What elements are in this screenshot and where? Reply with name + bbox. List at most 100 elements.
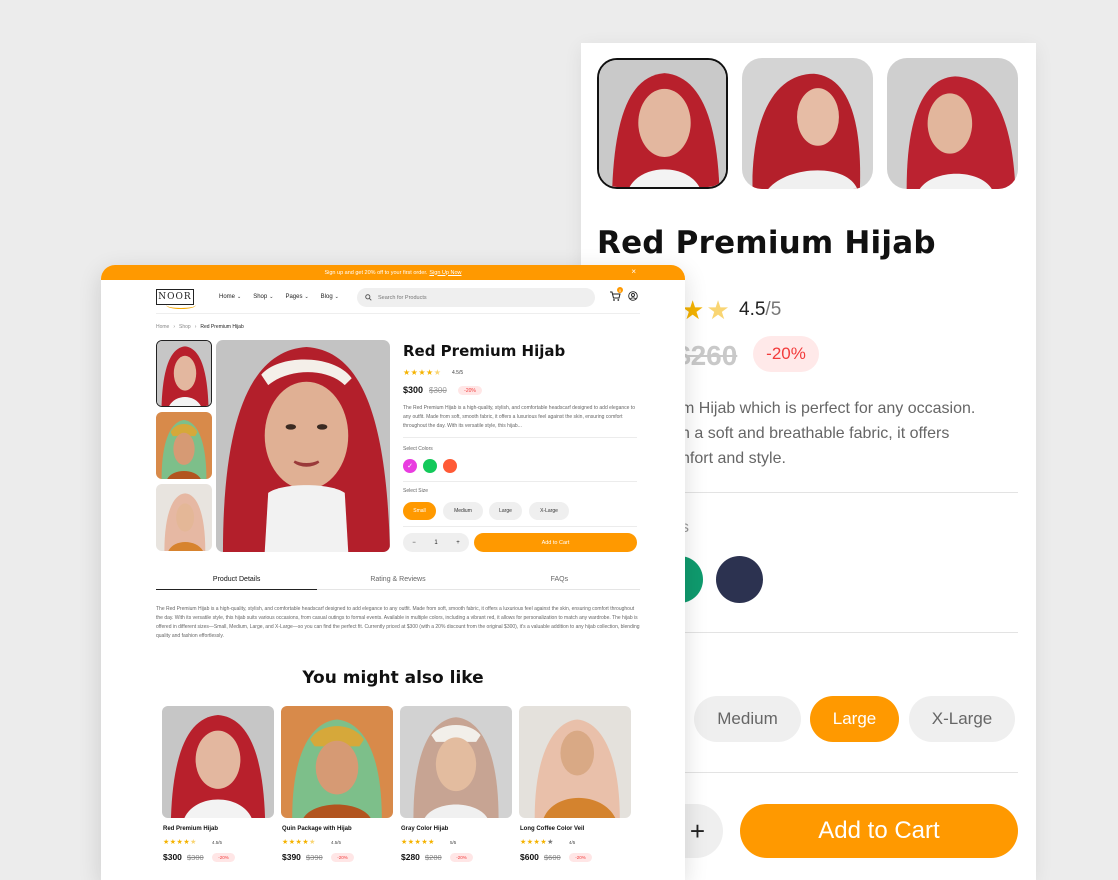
tab-rating-reviews[interactable]: Rating & Reviews (317, 576, 478, 589)
size-small[interactable]: Small (403, 502, 436, 520)
zoom-thumbnail-2[interactable] (742, 58, 873, 189)
product-card-price: $390 (282, 852, 301, 862)
product-card-name[interactable]: Red Premium Hijab (163, 826, 218, 832)
chevron-down-icon: ⌄ (237, 294, 242, 300)
quantity-stepper[interactable]: − 1 + (403, 533, 469, 552)
search-icon (365, 294, 372, 301)
product-page: Sign up and get 20% off to your first or… (101, 265, 685, 880)
product-card-rating: 4.5/5 (331, 840, 342, 845)
product-card-discount: -20% (569, 853, 592, 862)
product-card-stars: ★★★★★ (163, 839, 197, 846)
related-products: Red Premium Hijab ★★★★★ 4.5/5 $300 $300 … (162, 706, 631, 866)
add-to-cart-button[interactable]: Add to Cart (474, 533, 637, 552)
product-card-stars: ★★★★★ (401, 839, 435, 846)
menu-item-pages[interactable]: Pages ⌄ (285, 294, 308, 300)
breadcrumb-separator: › (173, 324, 176, 330)
tab-faqs[interactable]: FAQs (479, 576, 640, 589)
decrement-button[interactable]: − (412, 540, 416, 546)
product-card-old-price: $390 (306, 853, 323, 862)
product-tabs: Product Details Rating & Reviews FAQs (156, 576, 640, 590)
color-swatch-magenta[interactable]: ✓ (403, 459, 417, 473)
color-swatch-orange[interactable] (443, 459, 457, 473)
promo-text: Sign up and get 20% off to your first or… (324, 269, 428, 276)
size-label: Select Size (403, 488, 429, 494)
promo-signup-link[interactable]: Sign Up Now (429, 270, 461, 276)
search-input[interactable] (378, 294, 578, 301)
zoom-size-medium[interactable]: Medium (694, 696, 801, 742)
increment-button[interactable]: + (456, 540, 460, 546)
navbar-divider (156, 313, 640, 314)
chevron-down-icon: ⌄ (304, 294, 309, 300)
zoom-thumbnail-3[interactable] (887, 58, 1018, 189)
product-title: Red Premium Hijab (403, 342, 566, 360)
product-thumbnail-list (156, 340, 212, 551)
product-card-discount: -20% (212, 853, 235, 862)
product-thumbnail-1[interactable] (156, 340, 212, 407)
menu-item-blog[interactable]: Blog ⌄ (321, 294, 339, 300)
product-card-rating: 5/5 (450, 840, 457, 845)
product-thumbnail-2[interactable] (156, 412, 212, 479)
rating-stars: ★★★★★ (403, 368, 442, 377)
chevron-down-icon: ⌄ (334, 294, 339, 300)
product-card-name[interactable]: Gray Color Hijab (401, 826, 448, 832)
search-bar[interactable] (357, 288, 595, 307)
size-large[interactable]: Large (489, 502, 522, 520)
product-card[interactable]: Red Premium Hijab ★★★★★ 4.5/5 $300 $300 … (162, 706, 274, 866)
product-card-image[interactable] (281, 706, 393, 818)
size-medium[interactable]: Medium (443, 502, 483, 520)
product-card[interactable]: Quin Package with Hijab ★★★★★ 4.5/5 $390… (281, 706, 393, 866)
zoom-divider (681, 492, 1018, 493)
menu-item-shop[interactable]: Shop ⌄ (253, 294, 273, 300)
product-card-discount: -20% (331, 853, 354, 862)
product-card[interactable]: Gray Color Hijab ★★★★★ 5/5 $280 $280 -20… (400, 706, 512, 866)
zoom-rating-value: 4.5 (739, 299, 766, 320)
promo-bar: Sign up and get 20% off to your first or… (101, 265, 685, 280)
discount-badge: -20% (458, 386, 482, 395)
product-card-price: $600 (520, 852, 539, 862)
navbar: NOOR Home⌄ Shop⌄ Pages⌄ Blog⌄ 0 (156, 286, 640, 313)
quantity-value: 1 (434, 539, 438, 546)
zoom-add-to-cart-button[interactable]: Add to Cart (740, 804, 1018, 858)
product-card-price: $300 (163, 852, 182, 862)
logo-swoosh (166, 301, 196, 309)
menu-item-home[interactable]: Home ⌄ (219, 294, 241, 300)
zoom-rating-text: 4.5/5 (739, 299, 781, 321)
product-card-image[interactable] (400, 706, 512, 818)
product-card-name[interactable]: Long Coffee Color Veil (520, 826, 584, 832)
user-icon[interactable] (628, 291, 638, 301)
related-section-title: You might also like (302, 668, 484, 688)
zoom-size-large[interactable]: Large (810, 696, 899, 742)
zoom-thumbnail-1[interactable] (597, 58, 728, 189)
tab-product-details[interactable]: Product Details (156, 576, 318, 590)
breadcrumb: Home › Shop › Red Premium Hijab (156, 324, 244, 330)
product-card[interactable]: Long Coffee Color Veil ★★★★★ 4/5 $600 $6… (519, 706, 631, 866)
color-swatch-green[interactable] (423, 459, 437, 473)
product-card-name[interactable]: Quin Package with Hijab (282, 826, 352, 832)
breadcrumb-home[interactable]: Home (156, 324, 169, 330)
close-icon[interactable]: × (631, 267, 636, 276)
current-price: $300 (403, 385, 424, 395)
chevron-down-icon: ⌄ (269, 294, 274, 300)
zoom-description-line: nfort and style. (681, 450, 786, 467)
product-main-image[interactable] (216, 340, 390, 552)
menu-item-label: Home (219, 294, 236, 300)
cart-count-badge: 0 (617, 287, 623, 293)
breadcrumb-current: Red Premium Hijab (200, 324, 244, 330)
zoom-thumbnail-strip (597, 58, 1018, 189)
product-card-stars: ★★★★★ (282, 839, 316, 846)
product-card-old-price: $600 (544, 853, 561, 862)
check-icon: ✓ (407, 463, 413, 470)
zoom-size-xlarge[interactable]: X-Large (909, 696, 1015, 742)
product-card-price: $280 (401, 852, 420, 862)
zoom-plus-button[interactable]: + (690, 816, 705, 847)
breadcrumb-shop[interactable]: Shop (179, 324, 191, 330)
zoom-rating-stars: ★★ (681, 295, 732, 325)
zoom-color-swatch-navy[interactable] (716, 556, 763, 603)
product-card-rating: 4.5/5 (212, 840, 223, 845)
size-xlarge[interactable]: X-Large (529, 502, 569, 520)
product-card-discount: -20% (450, 853, 473, 862)
product-thumbnail-3[interactable] (156, 484, 212, 551)
zoom-rating-denominator: /5 (765, 299, 782, 320)
product-card-image[interactable] (162, 706, 274, 818)
product-card-image[interactable] (519, 706, 631, 818)
